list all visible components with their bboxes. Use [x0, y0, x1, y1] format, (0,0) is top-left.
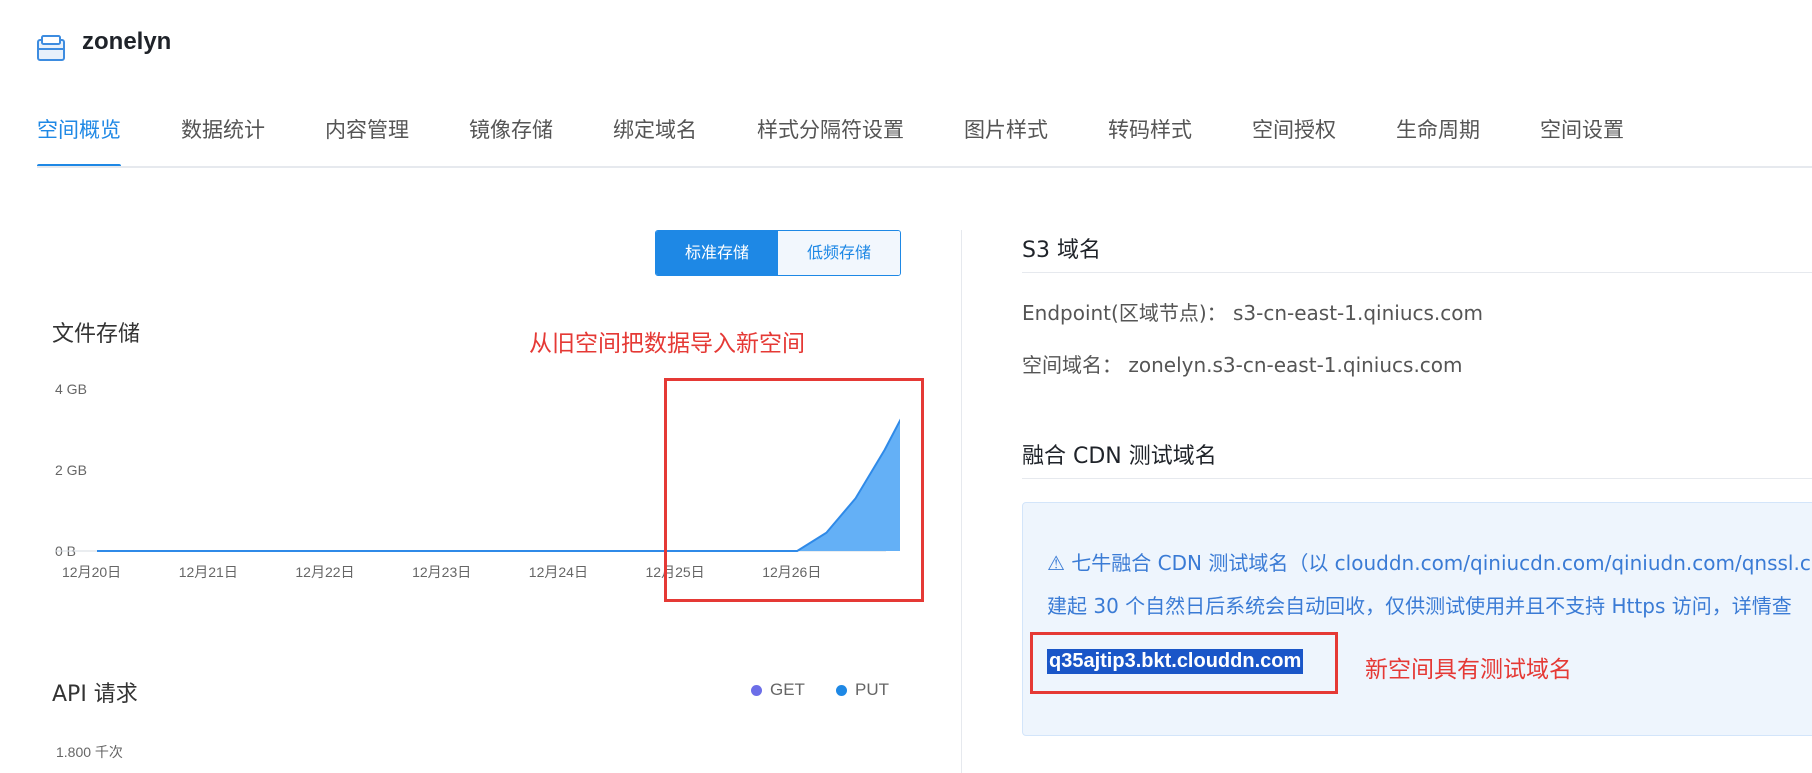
annotation-box-chart [664, 378, 924, 602]
x-tick-label: 12月22日 [295, 564, 354, 580]
legend-get-label: GET [770, 680, 805, 699]
legend-get[interactable]: GET [751, 680, 805, 700]
legend-put[interactable]: PUT [836, 680, 889, 700]
s3-title-divider [1022, 272, 1812, 273]
tab-lifecycle[interactable]: 生命周期 [1396, 110, 1480, 168]
tabs-divider [37, 166, 1812, 168]
bucket-icon [37, 35, 65, 61]
storage-type-toggle: 标准存储 低频存储 [655, 230, 901, 276]
x-tick-label: 12月24日 [529, 564, 588, 580]
legend-put-dot [836, 684, 847, 696]
legend-get-dot [751, 684, 762, 696]
low-frequency-storage-button[interactable]: 低频存储 [778, 231, 900, 275]
endpoint-value: s3-cn-east-1.qiniucs.com [1232, 301, 1484, 325]
cdn-notice-line-1: ⚠ 七牛融合 CDN 测试域名（以 clouddn.com/qiniucdn.c… [1047, 551, 1811, 575]
bucket-domain-row: 空间域名： zonelyn.s3-cn-east-1.qiniucs.com [1022, 349, 1463, 378]
y-tick-label: 2 GB [55, 462, 87, 478]
bucket-name: zonelyn [82, 28, 172, 55]
tab-bucket-settings[interactable]: 空间设置 [1540, 110, 1624, 168]
x-tick-label: 12月23日 [412, 564, 471, 580]
s3-domain-title: S3 域名 [1022, 238, 1101, 263]
x-tick-label: 12月20日 [62, 564, 121, 580]
cdn-title-divider [1022, 478, 1812, 479]
tab-statistics[interactable]: 数据统计 [181, 110, 265, 168]
tab-mirror-storage[interactable]: 镜像存储 [469, 110, 553, 168]
test-domain-annotation: 新空间具有测试域名 [1365, 657, 1572, 683]
bucket-domain-value: zonelyn.s3-cn-east-1.qiniucs.com [1128, 353, 1463, 377]
tab-content-management[interactable]: 内容管理 [325, 110, 409, 168]
tab-overview[interactable]: 空间概览 [37, 110, 121, 168]
x-tick-label: 12月21日 [179, 564, 238, 580]
tab-bind-domain[interactable]: 绑定域名 [613, 110, 697, 168]
bucket-tabs: 空间概览 数据统计 内容管理 镜像存储 绑定域名 样式分隔符设置 图片样式 转码… [37, 110, 1684, 168]
tab-transcode-style[interactable]: 转码样式 [1108, 110, 1192, 168]
y-tick-label: 4 GB [55, 381, 87, 397]
panel-divider [961, 230, 962, 773]
api-y-axis-top-label: 1.800 千次 [56, 744, 123, 760]
cdn-test-domain-title: 融合 CDN 测试域名 [1022, 444, 1217, 469]
tab-image-style[interactable]: 图片样式 [964, 110, 1048, 168]
standard-storage-button[interactable]: 标准存储 [656, 231, 778, 275]
tab-style-separator[interactable]: 样式分隔符设置 [757, 110, 904, 168]
file-storage-title: 文件存储 [52, 322, 141, 347]
cdn-notice-panel [1022, 502, 1812, 736]
import-annotation: 从旧空间把数据导入新空间 [529, 331, 805, 357]
legend-put-label: PUT [855, 680, 889, 699]
tab-authorization[interactable]: 空间授权 [1252, 110, 1336, 168]
cdn-notice-line-2: 建起 30 个自然日后系统会自动回收，仅供测试使用并且不支持 Https 访问，… [1047, 594, 1792, 618]
endpoint-label: Endpoint(区域节点)： [1022, 301, 1227, 325]
endpoint-row: Endpoint(区域节点)： s3-cn-east-1.qiniucs.com [1022, 297, 1483, 326]
bucket-domain-label: 空间域名： [1022, 353, 1122, 377]
api-requests-title: API 请求 [52, 682, 138, 707]
annotation-box-domain [1030, 632, 1338, 694]
